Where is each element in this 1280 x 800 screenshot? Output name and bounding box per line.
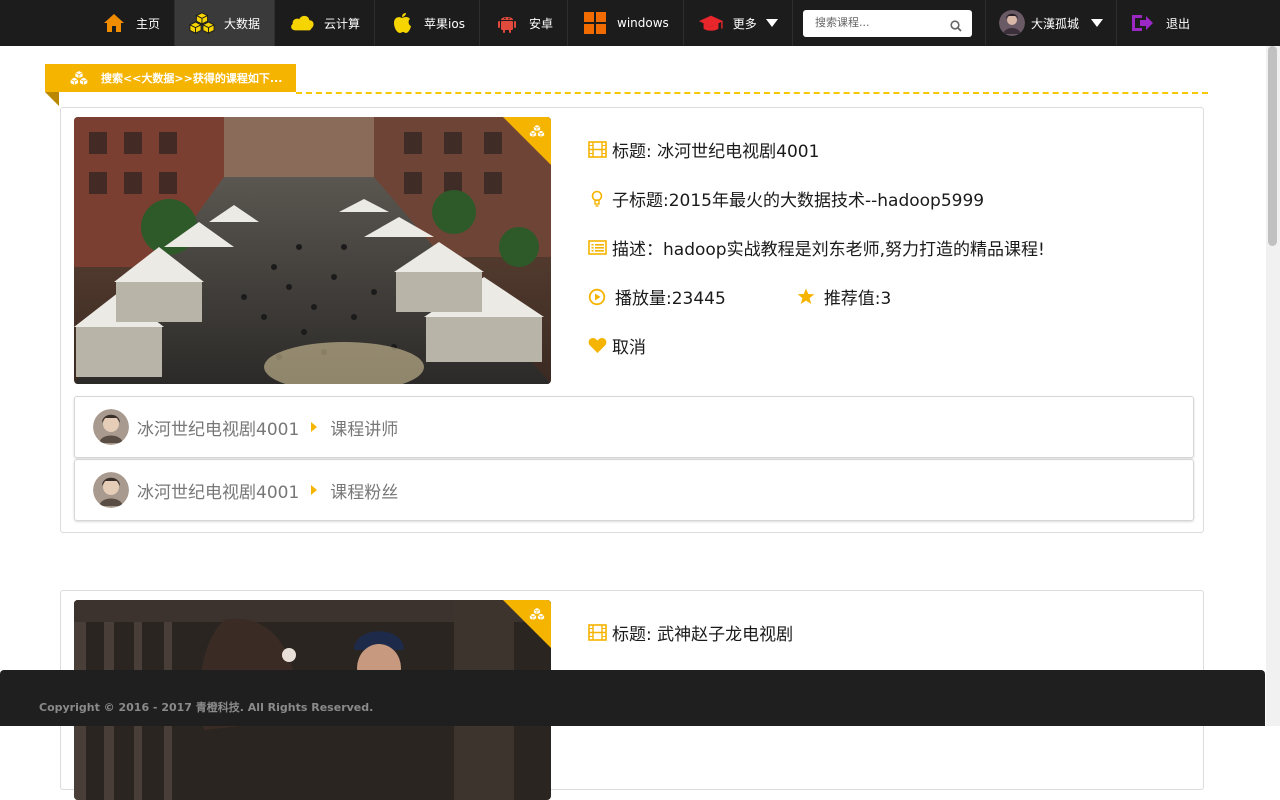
ribbon-fold	[45, 92, 59, 106]
scrollbar-thumb[interactable]	[1268, 46, 1277, 246]
film-icon	[587, 140, 607, 160]
course-card: 标题: 冰河世纪电视剧4001 子标题:2015年最火的大数据技术--hadoo…	[60, 107, 1204, 533]
course-stats-row: 播放量:23445 推荐值:3	[587, 284, 891, 309]
nav-label-ios: 苹果ios	[424, 16, 465, 31]
section-heading: 搜索<<大数据>>获得的课程如下...	[45, 64, 296, 92]
nav-item-windows[interactable]: windows	[568, 0, 684, 46]
dashed-divider	[296, 92, 1208, 94]
cubes-icon	[528, 606, 546, 625]
play-count-text: 播放量:23445	[615, 289, 726, 309]
logout-label: 退出	[1166, 16, 1191, 31]
star-icon	[796, 287, 816, 307]
course-thumbnail[interactable]	[74, 117, 551, 384]
related-label: 课程讲师	[330, 419, 399, 440]
cubes-icon	[528, 123, 546, 142]
apple-icon	[389, 11, 415, 35]
sign-out-icon	[1130, 13, 1154, 33]
nav-label-more: 更多	[732, 16, 757, 31]
list-alt-icon	[587, 238, 607, 258]
favorite-label: 取消	[612, 338, 646, 358]
caret-right-icon	[311, 422, 318, 432]
nav-item-ios[interactable]: 苹果ios	[375, 0, 480, 46]
chevron-down-icon	[765, 19, 778, 27]
nav-label-windows: windows	[617, 16, 669, 30]
course-title[interactable]: 标题: 冰河世纪电视剧4001	[612, 137, 819, 162]
graduation-cap-icon	[698, 11, 724, 35]
copyright-text: Copyright © 2016 - 2017 青橙科技. All Rights…	[39, 701, 374, 714]
chevron-down-icon	[1091, 19, 1104, 27]
nav-label-cloud: 云计算	[324, 16, 361, 31]
cubes-icon	[189, 11, 216, 35]
search-icon[interactable]	[950, 17, 962, 36]
course-title-row: 标题: 武神赵子龙电视剧	[587, 620, 793, 645]
favorite-toggle[interactable]: 取消	[587, 333, 646, 358]
android-icon	[494, 11, 520, 35]
nav-label-home: 主页	[136, 16, 161, 31]
main-nav: 主页 大数据 云计算 苹果ios 安卓 windows 更多	[87, 0, 793, 46]
related-name: 冰河世纪电视剧4001	[137, 419, 300, 440]
nav-label-bigdata: 大数据	[224, 16, 261, 31]
play-circle-icon	[587, 287, 607, 307]
film-icon	[587, 623, 607, 643]
course-title-row: 标题: 冰河世纪电视剧4001	[587, 137, 819, 162]
heart-icon	[587, 336, 607, 356]
course-subtitle: 子标题:2015年最火的大数据技术--hadoop5999	[612, 191, 985, 211]
course-description: 描述：hadoop实战教程是刘东老师,努力打造的精品课程!	[612, 240, 1045, 260]
nav-divider	[1116, 0, 1117, 46]
search-input[interactable]	[803, 10, 945, 35]
rating: 推荐值:3	[796, 284, 892, 309]
course-fans-row[interactable]: 冰河世纪电视剧4001 课程粉丝	[74, 459, 1194, 521]
cloud-icon	[289, 11, 315, 35]
avatar	[93, 472, 129, 508]
course-title[interactable]: 标题: 武神赵子龙电视剧	[612, 620, 793, 645]
nav-item-android[interactable]: 安卓	[480, 0, 568, 46]
home-icon	[101, 11, 127, 35]
play-count: 播放量:23445	[587, 284, 726, 309]
nav-divider	[985, 0, 986, 46]
related-name: 冰河世纪电视剧4001	[137, 482, 300, 503]
nav-item-home[interactable]: 主页	[87, 0, 176, 46]
user-menu[interactable]: 大漢孤城	[999, 0, 1104, 46]
logout-button[interactable]: 退出	[1130, 0, 1190, 46]
course-description-row: 描述：hadoop实战教程是刘东老师,努力打造的精品课程!	[587, 235, 1045, 260]
windows-icon	[582, 11, 608, 35]
rating-text: 推荐值:3	[823, 289, 892, 309]
course-teacher-row[interactable]: 冰河世纪电视剧4001 课程讲师	[74, 396, 1194, 458]
user-avatar	[999, 10, 1025, 36]
footer: Copyright © 2016 - 2017 青橙科技. All Rights…	[0, 670, 1265, 726]
top-navbar: 主页 大数据 云计算 苹果ios 安卓 windows 更多 搜索课程... 大…	[0, 0, 1280, 46]
user-name: 大漢孤城	[1031, 16, 1080, 31]
cubes-icon	[69, 70, 89, 86]
caret-right-icon	[311, 485, 318, 495]
lightbulb-icon	[587, 189, 607, 209]
nav-item-cloud[interactable]: 云计算	[275, 0, 376, 46]
nav-item-bigdata[interactable]: 大数据	[175, 0, 276, 46]
nav-item-more[interactable]: 更多	[684, 0, 793, 46]
nav-label-android: 安卓	[528, 16, 553, 31]
avatar	[93, 409, 129, 445]
section-heading-text: 搜索<<大数据>>获得的课程如下...	[101, 72, 283, 85]
course-subtitle-row: 子标题:2015年最火的大数据技术--hadoop5999	[587, 186, 984, 211]
related-label: 课程粉丝	[330, 482, 399, 503]
search-box	[803, 10, 972, 37]
